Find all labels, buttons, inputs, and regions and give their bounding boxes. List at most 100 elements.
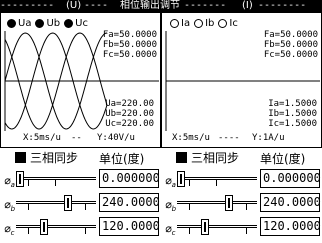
channel-ub-toggle[interactable]: Ub (35, 18, 60, 29)
channel-ib-toggle[interactable]: Ib (194, 18, 214, 29)
phase-a-slider-thumb[interactable] (177, 171, 185, 187)
slider-tick (28, 228, 29, 234)
voltage-channel-selector: Ua Ub Uc (7, 18, 88, 29)
phase-c-slider-thumb[interactable] (39, 219, 48, 235)
phase-a-value-field[interactable]: 0.000000 (99, 169, 160, 188)
current-scope-panel: Ia Ib Ic Fa=50.0000 Fb=50.0000 Fc=50.000… (161, 12, 322, 148)
voltage-sync-toggle[interactable]: 三相同步 (0, 148, 78, 167)
uc-readout: Uc=220.00 (105, 119, 154, 129)
phase-row-a: ⌀a 0.000000 (0, 168, 161, 190)
channel-ic-toggle[interactable]: Ic (218, 18, 238, 29)
unit-label: 单位(度) (99, 152, 145, 166)
channel-label: Ic (229, 18, 238, 29)
checkbox-icon (176, 152, 187, 163)
channel-ua-toggle[interactable]: Ua (7, 18, 31, 29)
current-tag: (I) (242, 0, 253, 11)
radio-dot-icon (194, 19, 204, 28)
phi-sub: b (10, 205, 16, 214)
phase-a-slider-thumb[interactable] (16, 171, 24, 187)
voltage-frequency-readout: Fa=50.0000 Fb=50.0000 Fc=50.0000 (103, 30, 157, 60)
voltage-scope-panel: Ua Ub Uc Fa=50.0000 Fb=50.0000 Fc=50.000… (0, 12, 161, 148)
slider-tick (189, 228, 190, 234)
channel-ia-toggle[interactable]: Ia (170, 18, 190, 29)
slider-tick (216, 180, 217, 186)
title-dashes-left: --------- (0, 0, 55, 11)
phase-row-c: ⌀c 120.0000 (161, 216, 322, 238)
voltage-y-scale: Y:40V/u (97, 133, 135, 143)
channel-label: Ib (205, 18, 215, 29)
slider-tick (28, 180, 29, 186)
slider-tick (85, 204, 86, 210)
phase-row-c: ⌀c 120.0000 (0, 216, 161, 238)
phase-c-slider-thumb[interactable] (200, 219, 209, 235)
ic-readout: Ic=1.5000 (268, 119, 317, 129)
slider-tick (189, 180, 190, 186)
radio-dot-icon (7, 19, 16, 28)
slider-tick (246, 228, 247, 234)
channel-label: Ub (46, 18, 61, 29)
slider-tick (246, 204, 247, 210)
page-title: 相位输出调节 (120, 0, 180, 11)
title-dashes-mid-left: ---- (84, 0, 109, 11)
unit-label: 单位(度) (260, 152, 306, 166)
phi-sub: c (10, 229, 15, 238)
radio-dot-icon (64, 19, 74, 28)
channel-label: Uc (75, 18, 88, 29)
phi-c-label: ⌀c (4, 222, 15, 238)
fb-readout: Fb=50.0000 (102, 40, 157, 50)
phi-c-label: ⌀c (165, 222, 176, 238)
current-axis-dashes: ---- (218, 133, 240, 143)
fc-readout: Fc=50.0000 (102, 50, 157, 60)
ia-readout: Ia=1.5000 (268, 99, 317, 109)
phase-row-b: ⌀b 240.0000 (161, 192, 322, 214)
phase-b-value-field[interactable]: 240.0000 (260, 193, 321, 212)
title-dashes-right: -------- (258, 0, 307, 11)
phase-c-value-field[interactable]: 120.0000 (99, 217, 160, 236)
voltage-phase-controls: 三相同步 单位(度) ⌀a 0.000000 ⌀b 240.0000 ⌀c 12… (0, 148, 161, 243)
ua-readout: Ua=220.00 (105, 99, 154, 109)
title-dashes-mid-right: ------- (184, 0, 227, 11)
phase-row-b: ⌀b 240.0000 (0, 192, 161, 214)
slider-tick (189, 204, 190, 210)
radio-dot-icon (170, 19, 179, 28)
checkbox-icon (15, 152, 26, 163)
sync-label: 三相同步 (30, 151, 79, 165)
phi-sub: c (171, 229, 176, 238)
current-x-scale: X:5ms/u (172, 133, 210, 143)
phase-b-slider-thumb[interactable] (64, 195, 73, 211)
fa-readout: Fa=50.0000 (102, 30, 157, 40)
phi-a-label: ⌀a (165, 174, 176, 190)
fc-readout: Fc=50.0000 (263, 50, 318, 60)
phase-c-value-field[interactable]: 120.0000 (260, 217, 321, 236)
slider-tick (55, 180, 56, 186)
phi-sub: a (171, 181, 176, 190)
voltage-amplitude-readout: Ua=220.00 Ub=220.00 Uc=220.00 (105, 99, 154, 129)
phase-b-slider-thumb[interactable] (225, 195, 234, 211)
current-y-scale: Y:1A/u (252, 133, 285, 143)
voltage-tag: (U) (66, 0, 82, 11)
radio-dot-icon (218, 19, 228, 28)
ib-readout: Ib=1.5000 (268, 109, 317, 119)
phi-b-label: ⌀b (165, 198, 177, 214)
channel-label: Ia (181, 18, 191, 29)
phase-a-value-field[interactable]: 0.000000 (260, 169, 321, 188)
sync-label: 三相同步 (191, 151, 240, 165)
channel-uc-toggle[interactable]: Uc (64, 18, 88, 29)
fb-readout: Fb=50.0000 (263, 40, 318, 50)
voltage-x-scale: X:5ms/u (23, 133, 61, 143)
fa-readout: Fa=50.0000 (263, 30, 318, 40)
phi-sub: a (10, 181, 15, 190)
title-bar: --------- (U) ---- 相位输出调节 ------- (I) --… (0, 0, 322, 12)
voltage-axis-dashes: -- (71, 133, 82, 143)
current-sync-toggle[interactable]: 三相同步 (161, 148, 239, 167)
phi-a-label: ⌀a (4, 174, 15, 190)
phi-sub: b (171, 205, 177, 214)
current-frequency-readout: Fa=50.0000 Fb=50.0000 Fc=50.0000 (264, 30, 318, 60)
current-channel-selector: Ia Ib Ic (170, 18, 238, 29)
channel-label: Ua (18, 18, 32, 29)
slider-tick (28, 204, 29, 210)
current-phase-controls: 三相同步 单位(度) ⌀a 0.000000 ⌀b 240.0000 ⌀c 12… (161, 148, 322, 243)
phase-b-value-field[interactable]: 240.0000 (99, 193, 160, 212)
phi-b-label: ⌀b (4, 198, 16, 214)
slider-tick (85, 228, 86, 234)
